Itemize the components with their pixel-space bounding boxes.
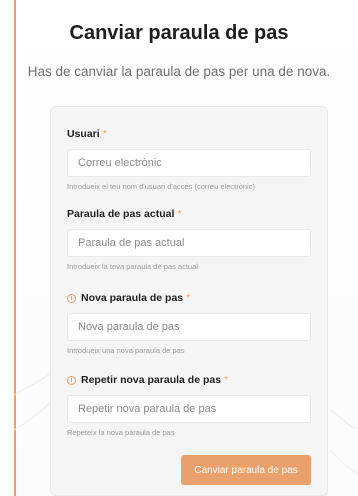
new-password-label: i Nova paraula de pas * [67,291,311,305]
change-password-button[interactable]: Canviar paraula de pas [181,455,311,485]
repeat-password-help-text: Repeteix la nova paraula de pas [67,428,175,437]
new-password-input[interactable] [67,313,311,341]
repeat-password-label-text: Repetir nova paraula de pas [81,374,222,386]
required-marker: * [102,128,107,140]
user-help-text: Introdueix el teu nom d'usuari d'accés (… [67,182,255,191]
required-marker: * [177,208,182,220]
new-password-label-text: Nova paraula de pas [81,292,184,304]
change-password-form: Usuari * Introdueix el teu nom d'usuari … [50,106,328,496]
user-label: Usuari * [67,127,311,141]
repeat-password-label: i Repetir nova paraula de pas * [67,373,311,387]
required-marker: * [186,292,191,304]
current-password-field: Paraula de pas actual * Introdueix la te… [67,207,311,271]
new-password-field: i Nova paraula de pas * Introdueix una n… [67,291,311,355]
required-marker: * [224,374,229,386]
current-password-label: Paraula de pas actual * [67,207,311,221]
current-password-label-text: Paraula de pas actual [67,208,175,220]
email-input[interactable] [67,149,311,177]
user-label-text: Usuari [67,128,100,140]
user-field: Usuari * Introdueix el teu nom d'usuari … [67,127,311,191]
current-password-help-text: Introdueix la teva paraula de pas actual [67,262,198,271]
info-circle-icon[interactable]: i [67,293,76,303]
new-password-help-text: Introdueix una nova paraula de pas [67,346,185,355]
page-subtitle: Has de canviar la paraula de pas per una… [27,64,331,79]
info-circle-icon[interactable]: i [67,375,76,385]
page-title: Canviar paraula de pas [69,22,289,44]
current-password-input[interactable] [67,229,311,257]
repeat-password-field: i Repetir nova paraula de pas * Repeteix… [67,373,311,437]
repeat-password-input[interactable] [67,395,311,423]
